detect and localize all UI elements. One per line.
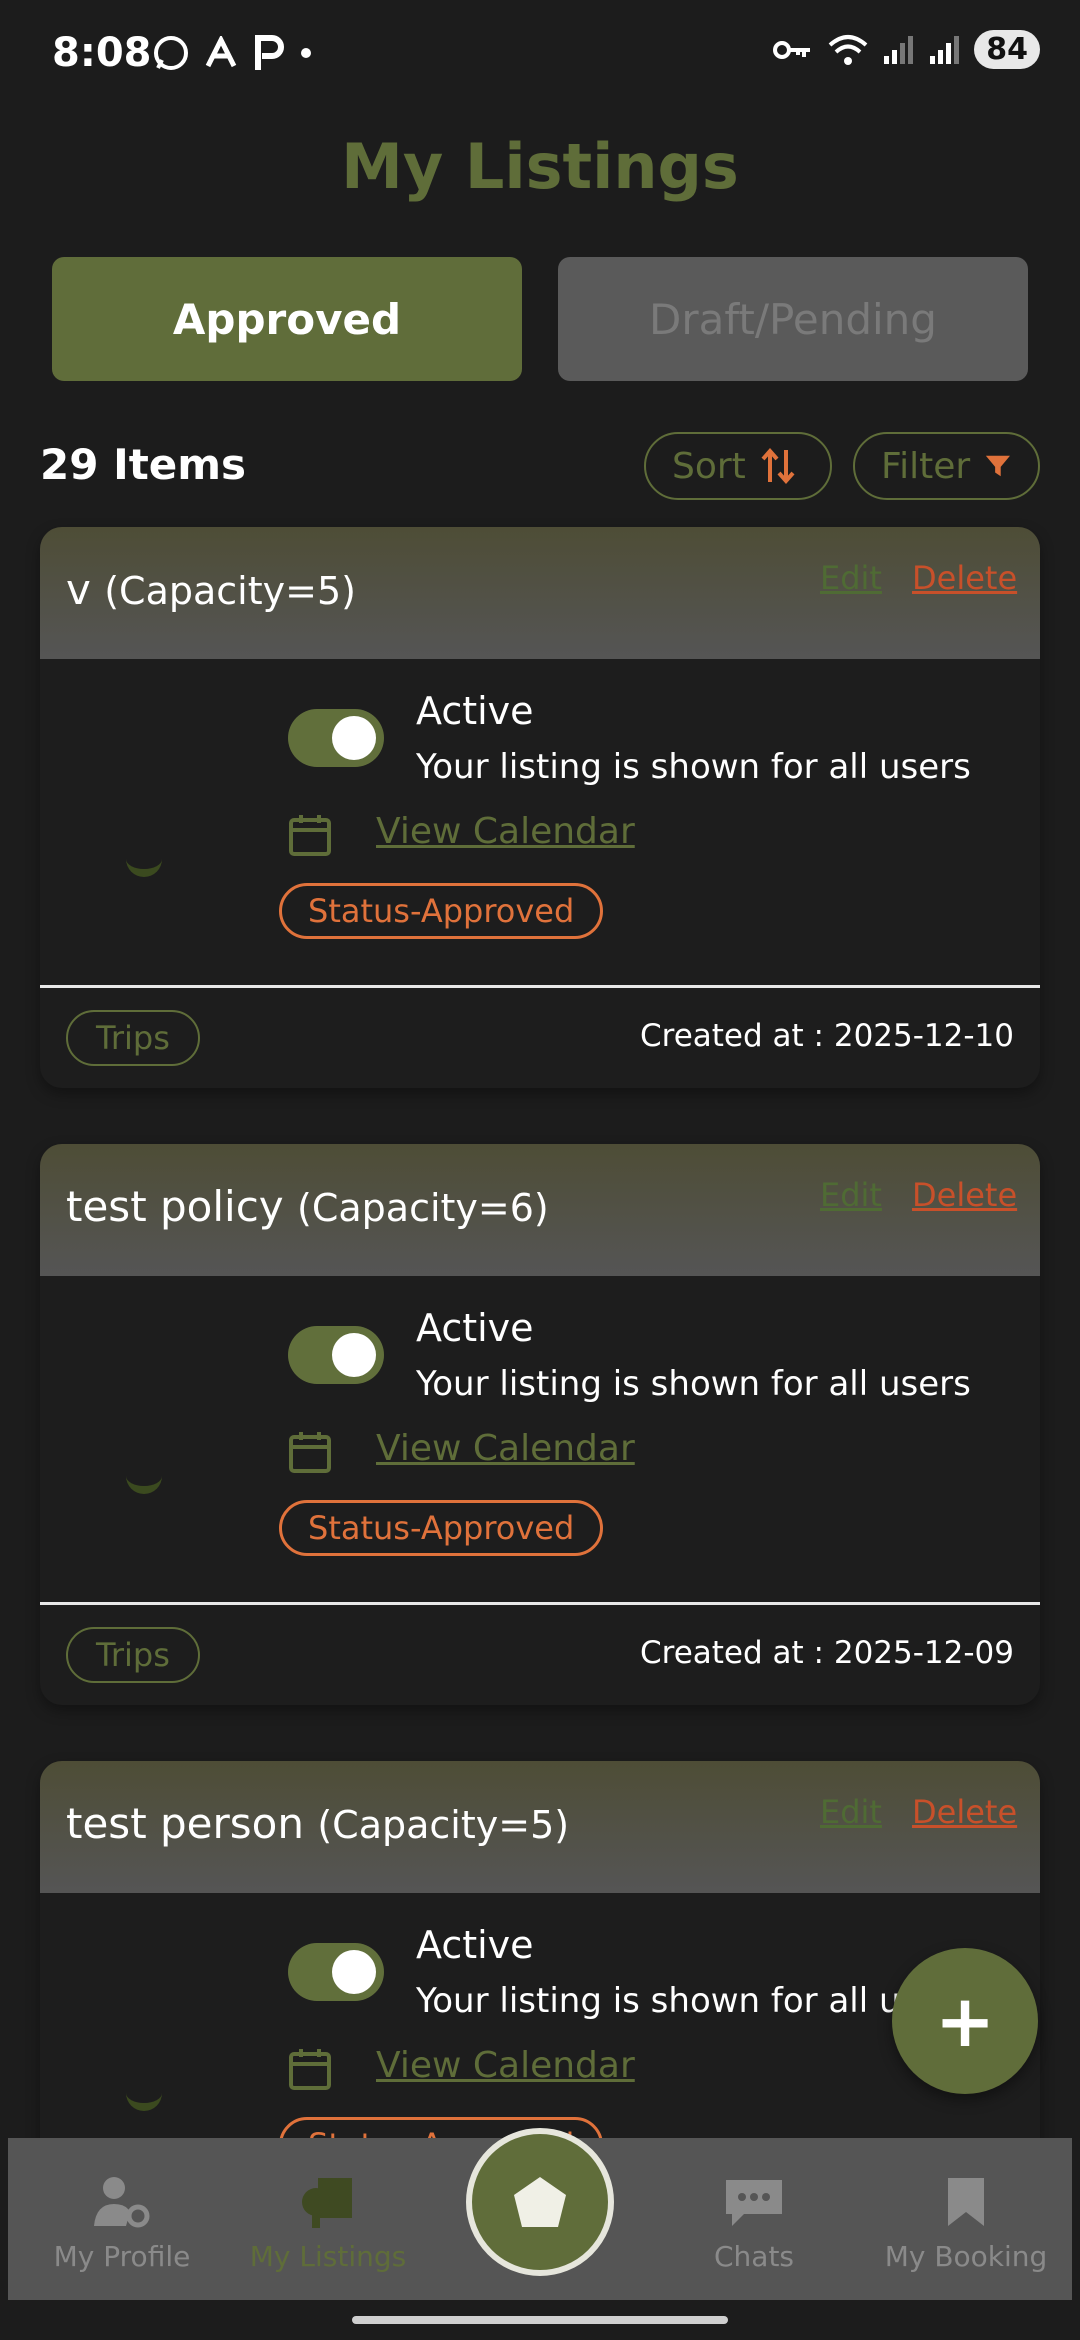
listing-card-header: test policy (Capacity=6) Edit Delete [40,1144,1040,1276]
nav-label: My Profile [53,2240,191,2273]
delete-link[interactable]: Delete [912,1176,1017,1214]
listing-card-footer: Trips Created at : 2025-12-10 [40,988,1040,1088]
calendar-icon [289,1432,331,1473]
chat-bubble-icon [726,2180,782,2226]
key-icon [773,40,811,59]
nav-item-my-listings[interactable]: My Listings [228,2138,428,2300]
active-toggle[interactable] [288,1943,384,2001]
nav-item-chats[interactable]: Chats [654,2138,854,2300]
status-time: 8:08 [52,30,152,76]
p-app-icon [255,35,284,70]
edit-link[interactable]: Edit [820,1176,882,1214]
listing-name: test policy [66,1182,284,1231]
filter-button[interactable]: Filter [853,432,1040,500]
active-description: Your listing is shown for all users [416,1981,971,2021]
home-pentagon-icon [514,2177,566,2227]
nav-item-my-profile[interactable]: My Profile [22,2138,222,2300]
listing-card-footer: Trips Created at : 2025-12-09 [40,1605,1040,1705]
nav-item-my-booking[interactable]: My Booking [866,2138,1066,2300]
active-toggle[interactable] [288,1326,384,1384]
listing-name: v [66,565,91,614]
whatsapp-icon [154,36,188,70]
home-button[interactable] [466,2128,614,2276]
a-app-icon [205,36,237,68]
category-tag: Trips [66,1010,200,1066]
listings-icon [302,2178,352,2228]
nav-label: My Listings [249,2240,407,2273]
edit-link[interactable]: Edit [820,1793,882,1831]
edit-link[interactable]: Edit [820,559,882,597]
items-count: 29 Items [40,440,247,489]
listing-tabs: Approved Draft/Pending [52,257,1028,381]
status-badge: Status-Approved [279,883,604,939]
sort-label: Sort [672,445,746,487]
active-description: Your listing is shown for all users [416,1364,971,1404]
sort-button[interactable]: Sort [644,432,832,500]
profile-gear-icon [94,2177,150,2228]
calendar-icon [289,2049,331,2090]
listing-capacity: (Capacity=5) [317,1803,570,1847]
view-calendar-link[interactable]: View Calendar [376,1428,635,1469]
filter-funnel-icon [986,455,1011,477]
system-icons: 84 [772,30,1040,69]
listing-title: test policy (Capacity=6) [66,1182,549,1231]
created-date: Created at : 2025-12-09 [640,1635,1014,1671]
status-badge: Status-Approved [279,1500,604,1556]
loading-spinner-icon [126,859,162,877]
category-tag: Trips [66,1627,200,1683]
delete-link[interactable]: Delete [912,1793,1017,1831]
listing-card-header: test person (Capacity=5) Edit Delete [40,1761,1040,1893]
nav-label: Chats [713,2240,795,2273]
listing-card-header: v (Capacity=5) Edit Delete [40,527,1040,659]
add-listing-button[interactable]: + [892,1948,1038,2094]
loading-spinner-icon [126,1476,162,1494]
active-label: Active [416,689,534,733]
listing-capacity: (Capacity=6) [297,1186,549,1230]
tab-approved[interactable]: Approved [52,257,522,381]
calendar-icon [289,815,331,856]
listing-card: v (Capacity=5) Edit Delete Active Your l… [40,527,1040,1088]
battery-indicator: 84 [974,30,1040,69]
gesture-home-indicator[interactable] [352,2316,728,2324]
view-calendar-link[interactable]: View Calendar [376,2045,635,2086]
wifi-icon [828,34,868,65]
page-title: My Listings [341,130,739,203]
listing-card-body: Active Your listing is shown for all use… [40,659,1040,985]
active-label: Active [416,1923,534,1967]
tab-draft-pending[interactable]: Draft/Pending [558,257,1028,381]
dot-icon [301,48,311,58]
status-bar: 8:08 84 [0,0,1080,110]
listing-card: test policy (Capacity=6) Edit Delete Act… [40,1144,1040,1705]
listing-capacity: (Capacity=5) [104,569,356,613]
loading-spinner-icon [126,2093,162,2111]
nav-label: My Booking [884,2240,1048,2273]
signal-icon [930,35,960,64]
listing-title: v (Capacity=5) [66,565,356,614]
listing-name: test person [66,1799,304,1848]
sort-arrows-icon [761,447,795,485]
delete-link[interactable]: Delete [912,559,1017,597]
notification-icons [152,34,314,72]
active-toggle[interactable] [288,709,384,767]
signal-icon [884,35,914,64]
listing-card-body: Active Your listing is shown for all use… [40,1276,1040,1602]
active-description: Your listing is shown for all users [416,747,971,787]
active-label: Active [416,1306,534,1350]
view-calendar-link[interactable]: View Calendar [376,811,635,852]
listing-title: test person (Capacity=5) [66,1799,569,1848]
bookmark-icon [948,2178,984,2226]
created-date: Created at : 2025-12-10 [640,1018,1014,1054]
filter-label: Filter [881,445,971,487]
